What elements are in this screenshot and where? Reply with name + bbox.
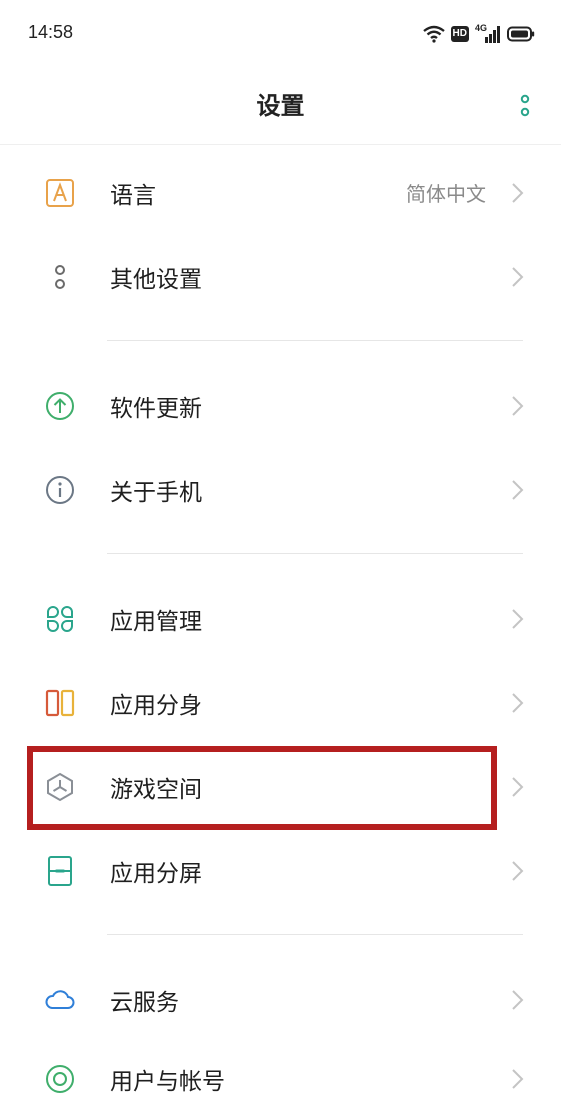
settings-item-other-settings[interactable]: 其他设置 — [0, 234, 561, 318]
hd-badge: HD — [450, 26, 469, 42]
other-settings-icon — [55, 265, 65, 289]
software-update-icon — [46, 392, 74, 420]
settings-item-split-screen[interactable]: 应用分屏 — [0, 828, 561, 912]
cloud-icon — [45, 990, 75, 1009]
section-divider — [107, 934, 523, 935]
section-divider — [107, 553, 523, 554]
wifi-icon — [422, 25, 445, 43]
settings-item-label: 应用分屏 — [110, 861, 202, 887]
app-management-icon — [47, 606, 73, 632]
header: 设置 — [0, 66, 561, 145]
chevron-right-icon — [512, 609, 524, 629]
status-time: 14:58 — [28, 22, 74, 42]
settings-list: 语言 简体中文 其他设置 软件更新 关于手机 应用管理 应用分身 游戏空间 应用… — [0, 150, 561, 1120]
more-vertical-icon — [520, 94, 530, 117]
chevron-right-icon — [512, 480, 524, 500]
page-title: 设置 — [256, 92, 305, 120]
split-screen-icon — [48, 856, 72, 886]
app-clone-icon — [45, 689, 75, 717]
chevron-right-icon — [512, 777, 524, 797]
settings-item-label: 软件更新 — [110, 396, 202, 422]
settings-item-label: 其他设置 — [110, 267, 202, 293]
settings-item-user-account[interactable]: 用户与帐号 — [0, 1036, 561, 1120]
chevron-right-icon — [512, 267, 524, 287]
status-icons: HD 4G — [422, 22, 535, 46]
settings-item-cloud-service[interactable]: 云服务 — [0, 957, 561, 1041]
settings-item-label: 云服务 — [110, 990, 179, 1016]
settings-item-app-clone[interactable]: 应用分身 — [0, 660, 561, 744]
cellular-signal-icon: 4G — [475, 23, 501, 43]
chevron-right-icon — [512, 693, 524, 713]
more-options-button[interactable] — [515, 90, 535, 122]
highlight-box — [27, 746, 497, 830]
settings-item-app-management[interactable]: 应用管理 — [0, 576, 561, 660]
settings-item-language[interactable]: 语言 简体中文 — [0, 150, 561, 234]
section-divider — [107, 340, 523, 341]
chevron-right-icon — [512, 183, 524, 203]
chevron-right-icon — [512, 1069, 524, 1089]
settings-item-software-update[interactable]: 软件更新 — [0, 363, 561, 447]
settings-item-about-phone[interactable]: 关于手机 — [0, 447, 561, 531]
info-icon — [46, 476, 74, 504]
chevron-right-icon — [512, 861, 524, 881]
battery-icon — [507, 26, 535, 42]
status-bar: 14:58 HD 4G — [0, 0, 561, 66]
chevron-right-icon — [512, 990, 524, 1010]
chevron-right-icon — [512, 396, 524, 416]
settings-item-value: 简体中文 — [406, 182, 486, 206]
settings-item-label: 语言 — [110, 183, 156, 209]
settings-item-label: 用户与帐号 — [110, 1069, 225, 1095]
settings-item-label: 关于手机 — [110, 480, 202, 506]
user-account-icon — [46, 1065, 74, 1093]
settings-item-label: 应用管理 — [110, 609, 202, 635]
language-icon — [46, 179, 74, 207]
settings-item-label: 应用分身 — [110, 693, 202, 719]
